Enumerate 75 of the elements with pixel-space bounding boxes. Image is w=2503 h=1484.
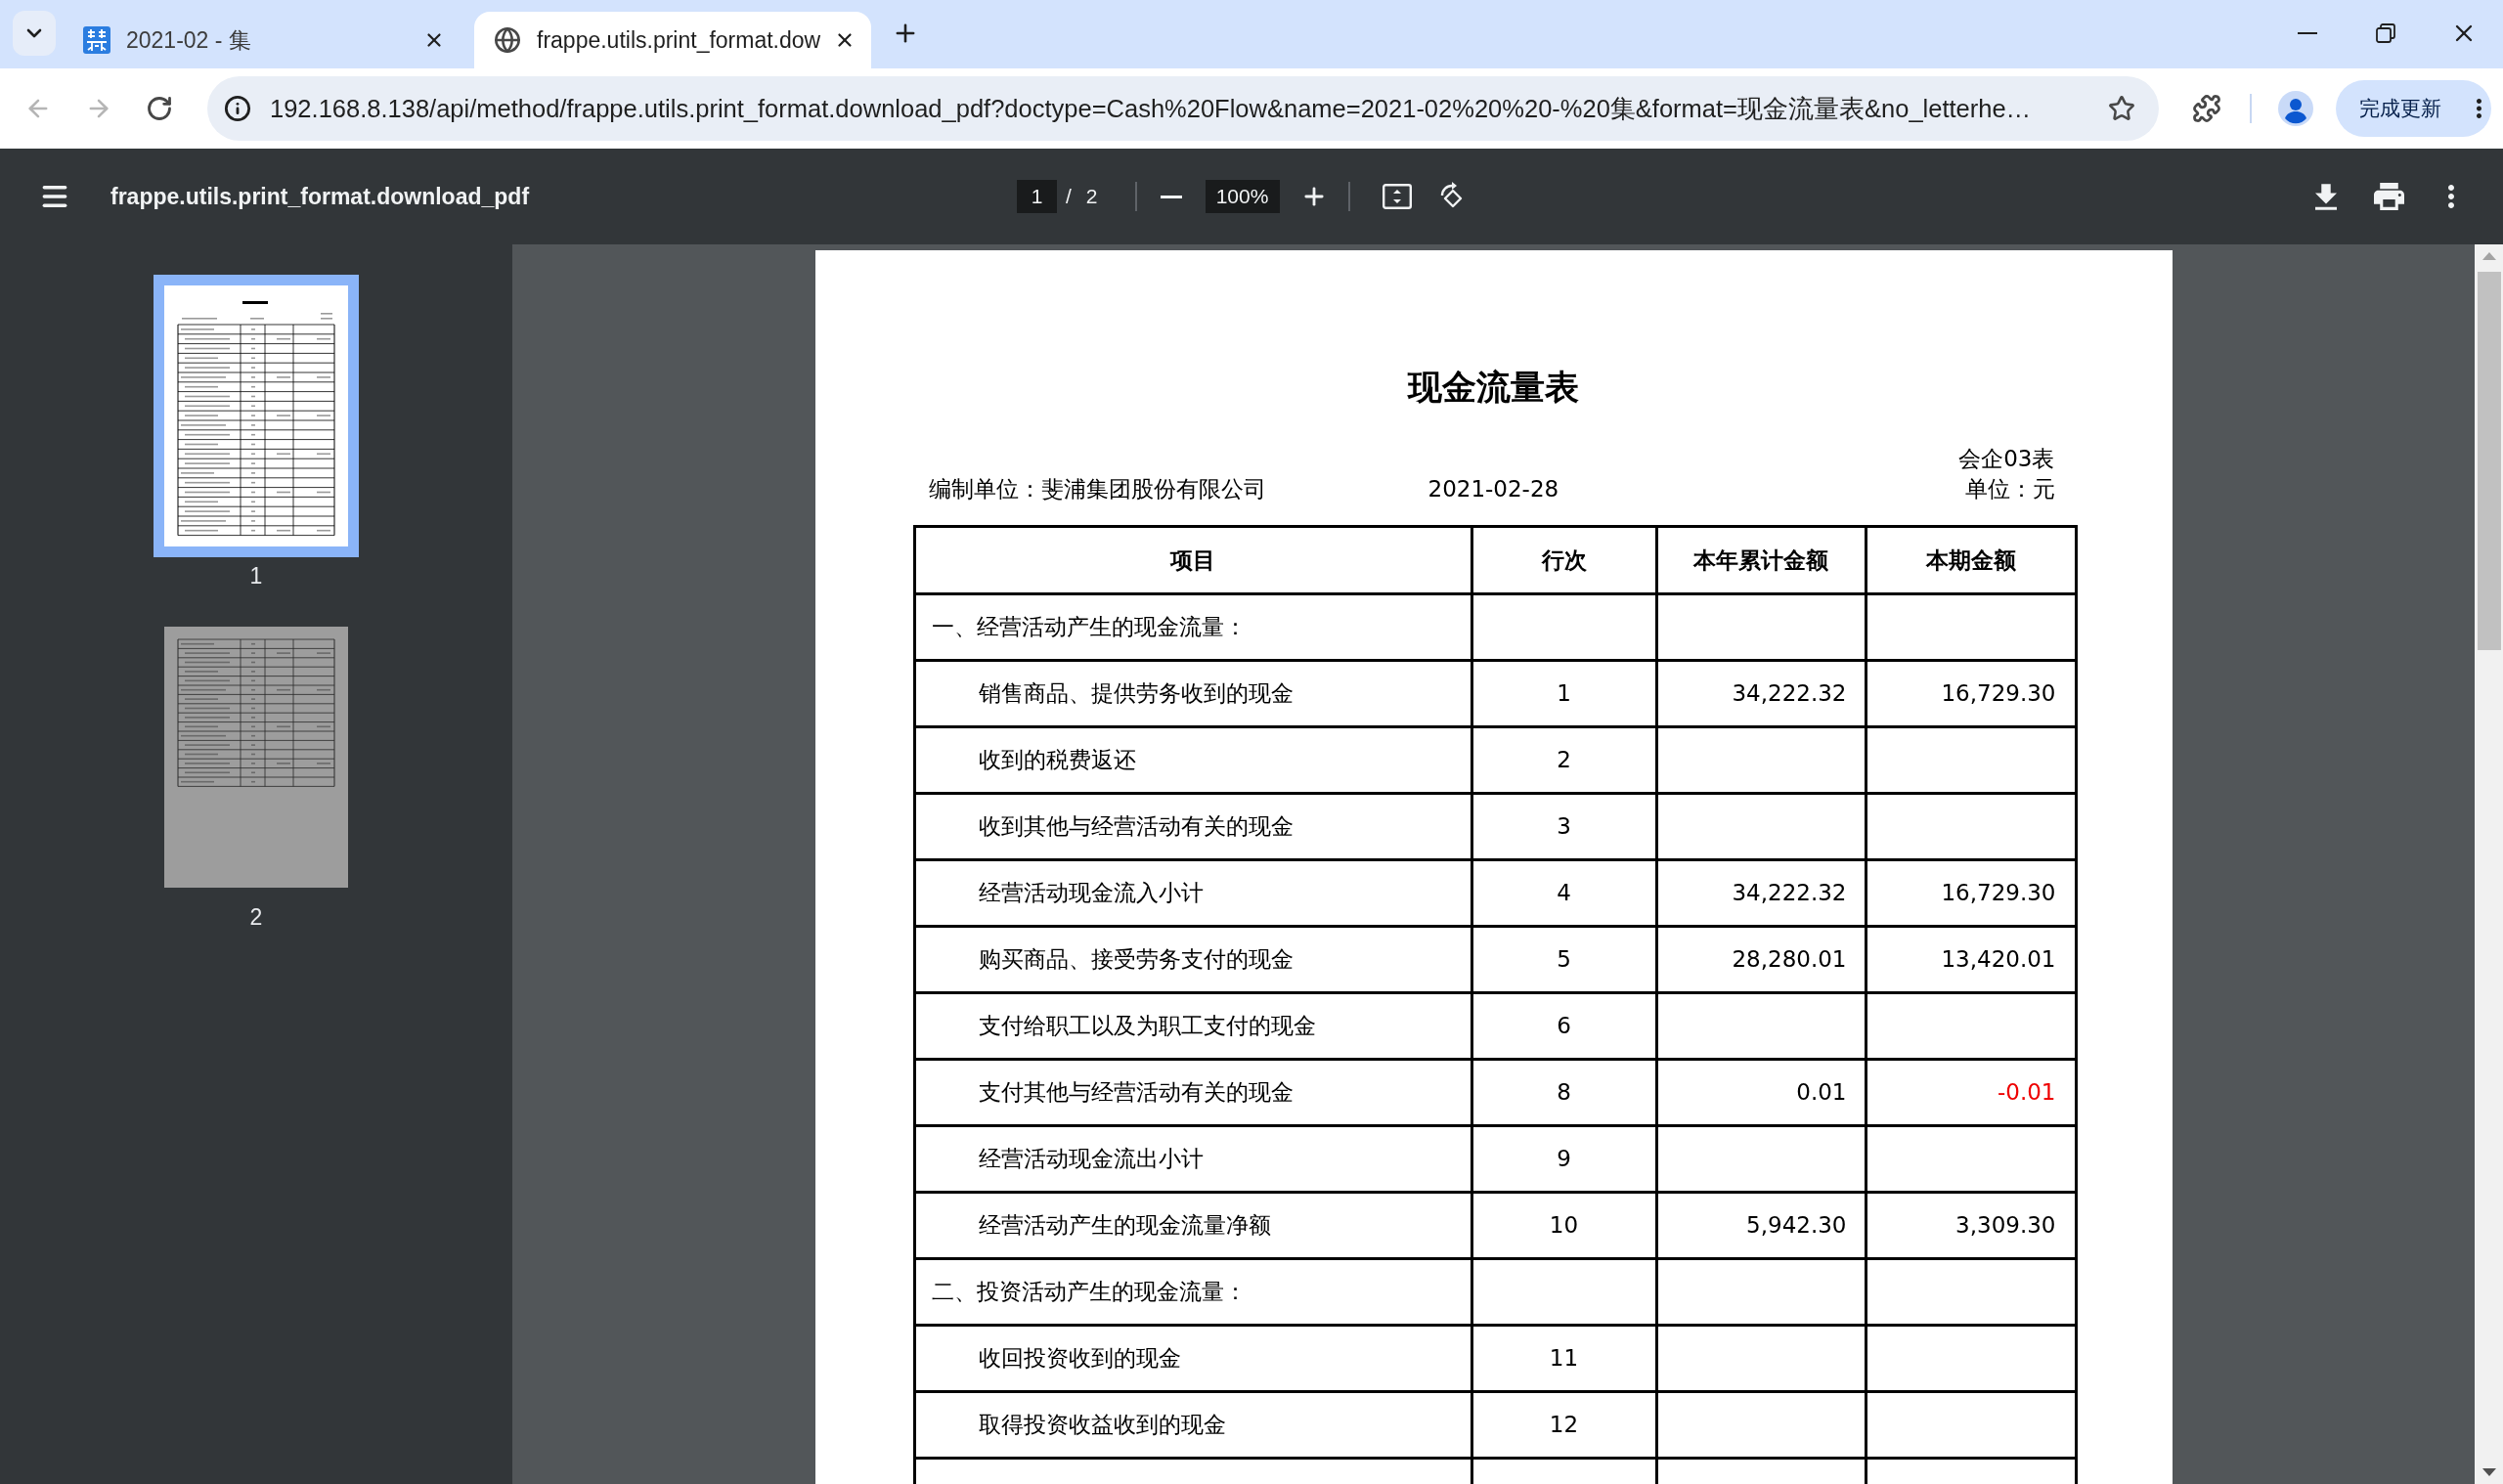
- table-cell: 支付其他与经营活动有关的现金: [914, 1059, 1471, 1126]
- table-cell: -0.01: [1866, 1059, 2076, 1126]
- table-cell: 销售商品、提供劳务收到的现金: [914, 660, 1471, 727]
- scrollbar[interactable]: [2475, 244, 2503, 1484]
- globe-icon: [494, 26, 521, 54]
- table-cell: 经营活动现金流入小计: [914, 859, 1471, 927]
- minimize-icon: [2298, 32, 2317, 34]
- avatar-icon: [2278, 91, 2313, 126]
- table-cell: 3: [1471, 793, 1656, 860]
- table-cell: 1: [1471, 660, 1656, 727]
- table-cell: 8: [1471, 1059, 1656, 1126]
- table-cell: 5,942.30: [1656, 1192, 1866, 1259]
- info-icon: [224, 95, 251, 122]
- table-cell: 经营活动产生的现金流量净额: [914, 1192, 1471, 1259]
- star-icon: [2108, 95, 2135, 122]
- table-cell: 34,222.32: [1656, 859, 1866, 927]
- table-cell: 收到的税费返还: [914, 726, 1471, 794]
- unit-label: 单位：元: [1964, 475, 2055, 503]
- restore-icon: [2376, 23, 2395, 43]
- report-date: 2021-02-28: [1427, 475, 1559, 503]
- scroll-up-arrow-icon: [2481, 252, 2496, 260]
- form-code: 会企03表: [1958, 445, 2055, 473]
- page-number-field[interactable]: 1: [1017, 180, 1057, 213]
- company-label: 编制单位：斐浦集团股份有限公司: [928, 476, 1266, 502]
- minus-icon: [1160, 195, 1182, 198]
- logo-icon: [83, 26, 110, 54]
- table-cell: 一、经营活动产生的现金流量：: [914, 593, 1471, 661]
- table-cell: 2: [1471, 726, 1656, 794]
- table-cell: 收回投资收到的现金: [914, 1325, 1471, 1392]
- table-cell: 10: [1471, 1192, 1656, 1259]
- page-thumbnail[interactable]: [154, 275, 359, 557]
- table-cell: 11: [1471, 1325, 1656, 1392]
- page-number-label: 1: [249, 562, 263, 590]
- page-thumbnail[interactable]: [164, 627, 348, 888]
- scroll-down-arrow-icon: [2481, 1468, 2496, 1476]
- table-cell: 12: [1471, 1391, 1656, 1459]
- table-cell: 支付给职工以及为职工支付的现金: [914, 992, 1471, 1060]
- table-cell: 二、投资活动产生的现金流量：: [914, 1258, 1471, 1326]
- printer-icon: [2373, 183, 2404, 210]
- table-cell: 34,222.32: [1656, 660, 1866, 727]
- page-count: 2: [1085, 184, 1098, 210]
- column-header: 行次: [1471, 526, 1656, 594]
- table-cell: 16,729.30: [1866, 859, 2076, 927]
- table-cell: 16,729.30: [1866, 660, 2076, 727]
- table-cell: 购买商品、接受劳务支付的现金: [914, 926, 1471, 993]
- document-title: frappe.utils.print_format.download_pdf: [110, 182, 530, 211]
- page-separator: /: [1066, 184, 1072, 210]
- address-bar[interactable]: 192.168.8.138/api/method/frappe.utils.print_format.download_pdf?doctype=Cash%20Flow&name=2021-02%20%20-%20集&format=现金流量表&no_letterhe…: [207, 76, 2159, 141]
- table-cell: 收到其他与经营活动有关的现金: [914, 793, 1471, 860]
- table-cell: 6: [1471, 992, 1656, 1060]
- scroll-thumb[interactable]: [2477, 272, 2501, 650]
- table-cell: 28,280.01: [1656, 926, 1866, 993]
- table-cell: 4: [1471, 859, 1656, 927]
- column-header: 本期金额: [1866, 526, 2076, 594]
- column-header: 项目: [914, 526, 1471, 594]
- table-cell: 9: [1471, 1125, 1656, 1193]
- puzzle-icon: [2192, 94, 2221, 123]
- table-cell: 3,309.30: [1866, 1192, 2076, 1259]
- update-button[interactable]: 完成更新: [2336, 80, 2491, 137]
- browser-tab[interactable]: frappe.utils.print_format.dow: [474, 12, 871, 68]
- more-vertical-icon: [2477, 99, 2481, 118]
- more-vertical-icon: [2448, 185, 2454, 208]
- table-cell: 经营活动现金流出小计: [914, 1125, 1471, 1193]
- reload-icon: [146, 95, 173, 122]
- table-cell: 取得投资收益收到的现金: [914, 1391, 1471, 1459]
- fit-page-icon: [1382, 184, 1412, 209]
- zoom-field[interactable]: 100%: [1205, 180, 1280, 213]
- table-cell: 0.01: [1656, 1059, 1866, 1126]
- table-cell: 13,420.01: [1866, 926, 2076, 993]
- download-icon: [2315, 183, 2337, 210]
- table-cell: 5: [1471, 926, 1656, 993]
- column-header: 本年累计金额: [1656, 526, 1866, 594]
- page-number-label: 2: [249, 903, 263, 932]
- browser-tab[interactable]: 2021-02 - 集: [64, 12, 461, 68]
- report-title: 现金流量表: [1408, 367, 1579, 409]
